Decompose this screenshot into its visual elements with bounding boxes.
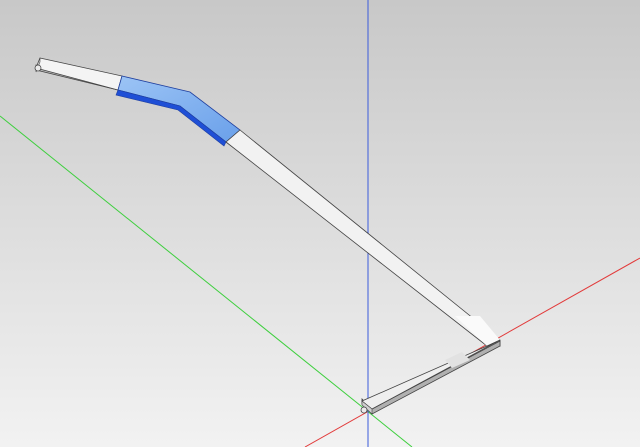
connector-knob-far[interactable] [34,64,42,72]
3d-viewport[interactable] [0,0,640,447]
scene-canvas[interactable] [0,0,640,447]
viewport-background [0,0,640,447]
connector-knob-near[interactable] [360,406,368,414]
